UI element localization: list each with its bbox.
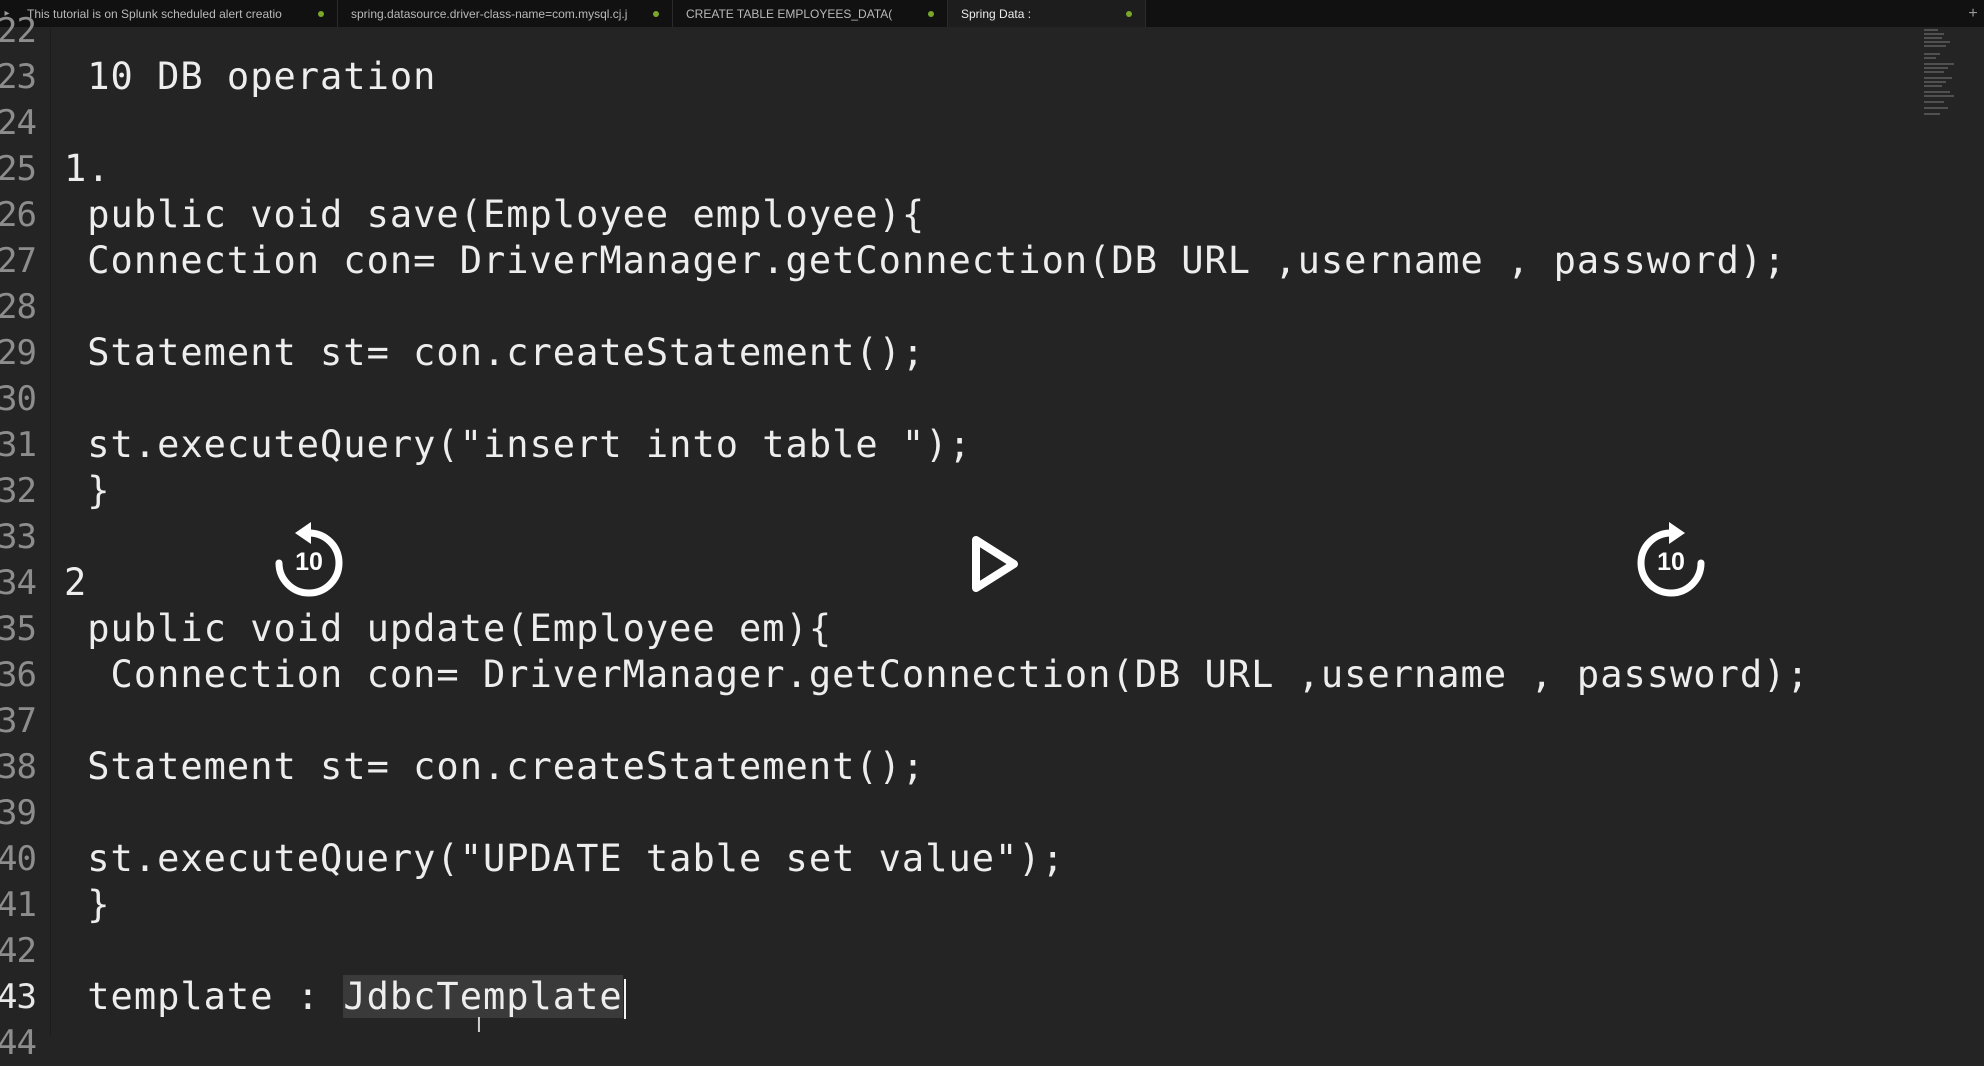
minimap[interactable]	[1920, 27, 1980, 127]
code-line: 35 public void update(Employee em){	[0, 606, 1900, 652]
line-text[interactable]: Connection con= DriverManager.getConnect…	[64, 238, 1786, 284]
line-number: 24	[0, 103, 37, 143]
line-number: 31	[0, 425, 37, 465]
line-text[interactable]: st.executeQuery("UPDATE table set value"…	[64, 836, 1065, 882]
code-line: 26 public void save(Employee employee){	[0, 192, 1900, 238]
code-line: 39	[0, 790, 1900, 836]
selected-text[interactable]: JdbcTemplate	[343, 975, 623, 1018]
code-line: 22	[0, 8, 1900, 54]
line-number: 29	[0, 333, 37, 373]
play-icon	[972, 536, 1018, 592]
rewind-seconds-label: 10	[295, 547, 323, 576]
code-line: 23 10 DB operation	[0, 54, 1900, 100]
line-text[interactable]: Statement st= con.createStatement();	[64, 744, 925, 790]
code-line: 38 Statement st= con.createStatement();	[0, 744, 1900, 790]
code-line-current: 43 template : JdbcTemplate	[0, 974, 1900, 1020]
code-line: 24	[0, 100, 1900, 146]
line-number: 33	[0, 517, 37, 557]
line-text[interactable]: 1.	[64, 146, 111, 192]
line-text-prefix: template :	[64, 975, 344, 1018]
line-number: 28	[0, 287, 37, 327]
code-line: 41 }	[0, 882, 1900, 928]
code-line: 32 }	[0, 468, 1900, 514]
line-text[interactable]: 10 DB operation	[64, 54, 436, 100]
line-number: 42	[0, 931, 37, 971]
line-text[interactable]: template : JdbcTemplate	[64, 974, 626, 1020]
line-number: 37	[0, 701, 37, 741]
line-text[interactable]: 2	[64, 560, 87, 606]
rewind-10-button[interactable]: 10	[272, 522, 346, 597]
code-line: 31 st.executeQuery("insert into table ")…	[0, 422, 1900, 468]
line-text[interactable]: }	[64, 468, 111, 514]
line-number: 38	[0, 747, 37, 787]
code-line: 28	[0, 284, 1900, 330]
code-line: 29 Statement st= con.createStatement();	[0, 330, 1900, 376]
line-text[interactable]: public void save(Employee employee){	[64, 192, 925, 238]
code-line: 42	[0, 928, 1900, 974]
line-number: 25	[0, 149, 37, 189]
new-tab-icon[interactable]: +	[1962, 0, 1984, 27]
code-line: 37	[0, 698, 1900, 744]
forward-seconds-label: 10	[1657, 547, 1685, 576]
line-number: 23	[0, 57, 37, 97]
line-number: 34	[0, 563, 37, 603]
line-text[interactable]: Connection con= DriverManager.getConnect…	[64, 652, 1810, 698]
line-number: 26	[0, 195, 37, 235]
code-line: 27 Connection con= DriverManager.getConn…	[0, 238, 1900, 284]
play-button[interactable]	[962, 532, 1026, 596]
line-number: 30	[0, 379, 37, 419]
line-number: 32	[0, 471, 37, 511]
text-caret	[623, 978, 626, 1019]
line-number: 36	[0, 655, 37, 695]
line-number: 43	[0, 977, 37, 1017]
line-number: 22	[0, 11, 37, 51]
code-line: 44	[0, 1020, 1900, 1066]
line-number: 44	[0, 1023, 37, 1063]
line-number: 35	[0, 609, 37, 649]
code-line: 30	[0, 376, 1900, 422]
code-line: 36 Connection con= DriverManager.getConn…	[0, 652, 1900, 698]
line-text[interactable]: st.executeQuery("insert into table ");	[64, 422, 972, 468]
line-text[interactable]: Statement st= con.createStatement();	[64, 330, 925, 376]
line-number: 39	[0, 793, 37, 833]
code-line: 40 st.executeQuery("UPDATE table set val…	[0, 836, 1900, 882]
line-number: 27	[0, 241, 37, 281]
line-text[interactable]: public void update(Employee em){	[64, 606, 832, 652]
line-text[interactable]: }	[64, 882, 111, 928]
line-number: 40	[0, 839, 37, 879]
forward-10-button[interactable]: 10	[1634, 522, 1708, 597]
code-line: 25 1.	[0, 146, 1900, 192]
line-number: 41	[0, 885, 37, 925]
text-cursor-icon: I	[476, 1013, 482, 1037]
